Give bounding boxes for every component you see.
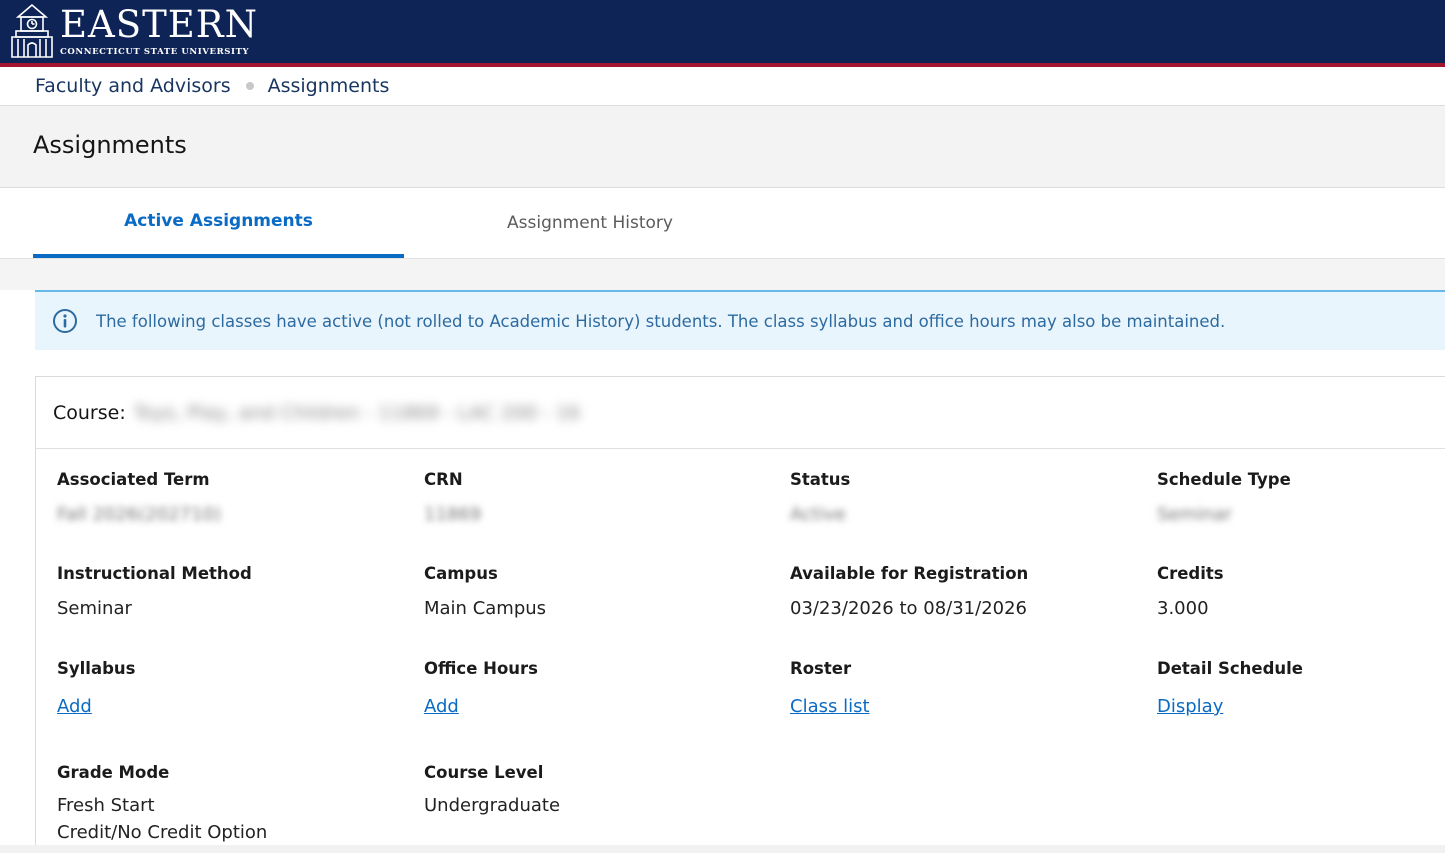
status-label: Status [790,470,851,489]
info-banner: The following classes have active (not r… [35,290,1445,350]
roster-label: Roster [790,659,852,678]
instructional-method-label: Instructional Method [57,564,252,583]
tab-active-assignments[interactable]: Active Assignments [33,188,404,258]
breadcrumb-separator [245,82,254,90]
field-detail-schedule: Detail Schedule Display [1157,658,1303,720]
credits-value: 3.000 [1157,598,1209,619]
logo-subtitle: CONNECTICUT STATE UNIVERSITY [60,47,250,57]
schedule-type-value: Seminar [1157,504,1232,525]
field-schedule-type: Schedule Type Seminar [1157,469,1291,528]
field-office-hours: Office Hours Add [424,658,538,720]
logo-wordmark: EASTERN [60,3,258,46]
field-grade-mode: Grade Mode Fresh Start Credit/No Credit … [57,762,267,846]
university-logo[interactable]: EASTERN CONNECTICUT STATE UNIVERSITY [8,3,258,61]
course-level-label: Course Level [424,763,544,782]
page-title-band: Assignments [0,106,1445,188]
course-label: Course: [53,401,126,424]
course-level-value: Undergraduate [424,795,561,816]
field-campus: Campus Main Campus [424,563,546,622]
university-header: EASTERN CONNECTICUT STATE UNIVERSITY [0,0,1445,63]
office-hours-add-link[interactable]: Add [424,693,538,720]
page-title: Assignments [33,131,187,159]
breadcrumb: Faculty and Advisors Assignments [0,67,1445,106]
bottom-strip [0,845,1445,853]
schedule-type-label: Schedule Type [1157,470,1291,489]
grade-mode-value-line2: Credit/No Credit Option [57,822,268,843]
course-header: Course: Toys, Play, and Children - 11869… [36,377,1445,449]
syllabus-label: Syllabus [57,659,136,678]
available-for-registration-value: 03/23/2026 to 08/31/2026 [790,598,1028,619]
available-for-registration-label: Available for Registration [790,564,1029,583]
grade-mode-label: Grade Mode [57,763,170,782]
instructional-method-value: Seminar [57,598,132,619]
breadcrumb-faculty-and-advisors[interactable]: Faculty and Advisors [35,75,231,97]
grade-mode-value-line1: Fresh Start [57,795,155,816]
field-status: Status Active [790,469,850,528]
crn-label: CRN [424,470,463,489]
syllabus-add-link[interactable]: Add [57,693,135,720]
detail-schedule-label: Detail Schedule [1157,659,1303,678]
field-credits: Credits 3.000 [1157,563,1224,622]
info-banner-text: The following classes have active (not r… [96,311,1226,331]
info-icon [53,309,77,333]
detail-schedule-display-link[interactable]: Display [1157,693,1303,720]
breadcrumb-assignments[interactable]: Assignments [268,75,390,97]
course-title: Toys, Play, and Children - 11869 - LAC 2… [133,401,581,424]
crn-value: 11869 [424,504,482,525]
field-syllabus: Syllabus Add [57,658,135,720]
tab-bar: Active Assignments Assignment History [0,188,1445,259]
field-roster: Roster Class list [790,658,870,720]
campus-label: Campus [424,564,498,583]
field-course-level: Course Level Undergraduate [424,762,560,819]
clock-tower-icon [11,3,53,58]
roster-class-list-link[interactable]: Class list [790,693,870,720]
tab-assignment-history[interactable]: Assignment History [404,188,776,258]
credits-label: Credits [1157,564,1224,583]
field-associated-term: Associated Term Fall 2026(202710) [57,469,221,528]
field-available-for-registration: Available for Registration 03/23/2026 to… [790,563,1028,622]
field-crn: CRN 11869 [424,469,481,528]
associated-term-label: Associated Term [57,470,210,489]
spacer-strip [0,259,1445,290]
field-instructional-method: Instructional Method Seminar [57,563,252,622]
campus-value: Main Campus [424,598,547,619]
office-hours-label: Office Hours [424,659,538,678]
associated-term-value: Fall 2026(202710) [57,504,222,525]
status-value: Active [790,504,846,525]
